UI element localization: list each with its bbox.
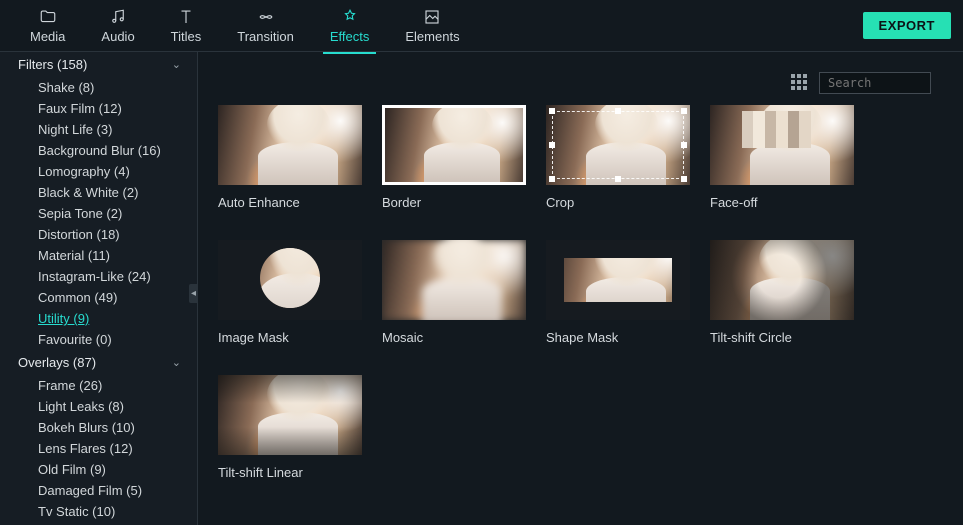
tab-audio[interactable]: Audio	[83, 4, 152, 48]
topbar-tabs: Media Audio Titles Transition Effects Element…	[12, 4, 478, 48]
effects-panel: Auto Enhance Border Crop Face-off Image Mask…	[198, 52, 963, 525]
effect-label: Crop	[546, 195, 690, 210]
effect-label: Tilt-shift Circle	[710, 330, 854, 345]
tab-media[interactable]: Media	[12, 4, 83, 48]
effect-thumbnail	[218, 240, 362, 320]
sidebar-group-label: Overlays (87)	[18, 355, 96, 370]
tab-elements[interactable]: Elements	[387, 4, 477, 48]
sidebar-item[interactable]: Sepia Tone (2)	[0, 203, 197, 224]
sidebar-item[interactable]: Instagram-Like (24)	[0, 266, 197, 287]
effect-label: Mosaic	[382, 330, 526, 345]
tab-effects[interactable]: Effects	[312, 4, 388, 48]
sidebar-item[interactable]: Lens Flares (12)	[0, 438, 197, 459]
effect-thumbnail	[546, 240, 690, 320]
effect-item[interactable]: Tilt-shift Linear	[218, 375, 362, 480]
sidebar-item[interactable]: Tv Static (10)	[0, 501, 197, 522]
effects-icon	[341, 8, 359, 26]
tab-transition[interactable]: Transition	[219, 4, 312, 48]
effect-label: Image Mask	[218, 330, 362, 345]
effect-item[interactable]: Tilt-shift Circle	[710, 240, 854, 345]
audio-icon	[109, 8, 127, 26]
effect-thumbnail	[218, 105, 362, 185]
sidebar-item[interactable]: Material (11)	[0, 245, 197, 266]
tab-label: Media	[30, 29, 65, 44]
effect-thumbnail	[382, 105, 526, 185]
sidebar-collapse-toggle[interactable]: ◂	[189, 284, 198, 303]
effect-thumbnail	[546, 105, 690, 185]
sidebar-item[interactable]: Damaged Film (5)	[0, 480, 197, 501]
sidebar-group-label: Filters (158)	[18, 57, 87, 72]
tab-label: Audio	[101, 29, 134, 44]
sidebar-item[interactable]: Common (49)	[0, 287, 197, 308]
sidebar-item[interactable]: Bokeh Blurs (10)	[0, 417, 197, 438]
sidebar-item[interactable]: Black & White (2)	[0, 182, 197, 203]
tab-label: Transition	[237, 29, 294, 44]
sidebar: ◂ Filters (158) ⌄ Shake (8)Faux Film (12)N…	[0, 52, 198, 525]
effect-thumbnail	[710, 240, 854, 320]
effect-thumbnail	[710, 105, 854, 185]
effect-thumbnail	[218, 375, 362, 455]
topbar: Media Audio Titles Transition Effects Element…	[0, 0, 963, 52]
elements-icon	[423, 8, 441, 26]
search-box[interactable]	[819, 72, 931, 94]
effect-item[interactable]: Face-off	[710, 105, 854, 210]
effect-item[interactable]: Auto Enhance	[218, 105, 362, 210]
sidebar-item[interactable]: Old Film (9)	[0, 459, 197, 480]
transition-icon	[257, 8, 275, 26]
sidebar-item[interactable]: Shake (8)	[0, 77, 197, 98]
effect-label: Border	[382, 195, 526, 210]
effect-item[interactable]: Border	[382, 105, 526, 210]
tab-label: Effects	[330, 29, 370, 44]
sidebar-item[interactable]: Utility (9)	[0, 308, 197, 329]
sidebar-item[interactable]: Night Life (3)	[0, 119, 197, 140]
titles-icon	[177, 8, 195, 26]
effect-label: Shape Mask	[546, 330, 690, 345]
content-toolbar	[218, 68, 943, 97]
effect-label: Tilt-shift Linear	[218, 465, 362, 480]
tab-label: Titles	[171, 29, 202, 44]
search-input[interactable]	[828, 76, 963, 90]
tab-label: Elements	[405, 29, 459, 44]
effect-item[interactable]: Image Mask	[218, 240, 362, 345]
chevron-down-icon: ⌄	[172, 356, 181, 369]
sidebar-item[interactable]: Distortion (18)	[0, 224, 197, 245]
effect-item[interactable]: Mosaic	[382, 240, 526, 345]
sidebar-item[interactable]: Background Blur (16)	[0, 140, 197, 161]
effect-label: Face-off	[710, 195, 854, 210]
sidebar-item[interactable]: Light Leaks (8)	[0, 396, 197, 417]
effect-item[interactable]: Shape Mask	[546, 240, 690, 345]
effect-label: Auto Enhance	[218, 195, 362, 210]
effect-thumbnail	[382, 240, 526, 320]
effect-item[interactable]: Crop	[546, 105, 690, 210]
sidebar-group[interactable]: Overlays (87) ⌄	[0, 350, 197, 375]
media-icon	[39, 8, 57, 26]
export-button[interactable]: EXPORT	[863, 12, 951, 39]
chevron-down-icon: ⌄	[172, 58, 181, 71]
sidebar-group[interactable]: Filters (158) ⌄	[0, 52, 197, 77]
sidebar-item[interactable]: Faux Film (12)	[0, 98, 197, 119]
sidebar-item[interactable]: Favourite (0)	[0, 329, 197, 350]
sidebar-item[interactable]: Lomography (4)	[0, 161, 197, 182]
sidebar-item[interactable]: Frame (26)	[0, 375, 197, 396]
tab-titles[interactable]: Titles	[153, 4, 220, 48]
grid-view-icon[interactable]	[791, 74, 809, 92]
